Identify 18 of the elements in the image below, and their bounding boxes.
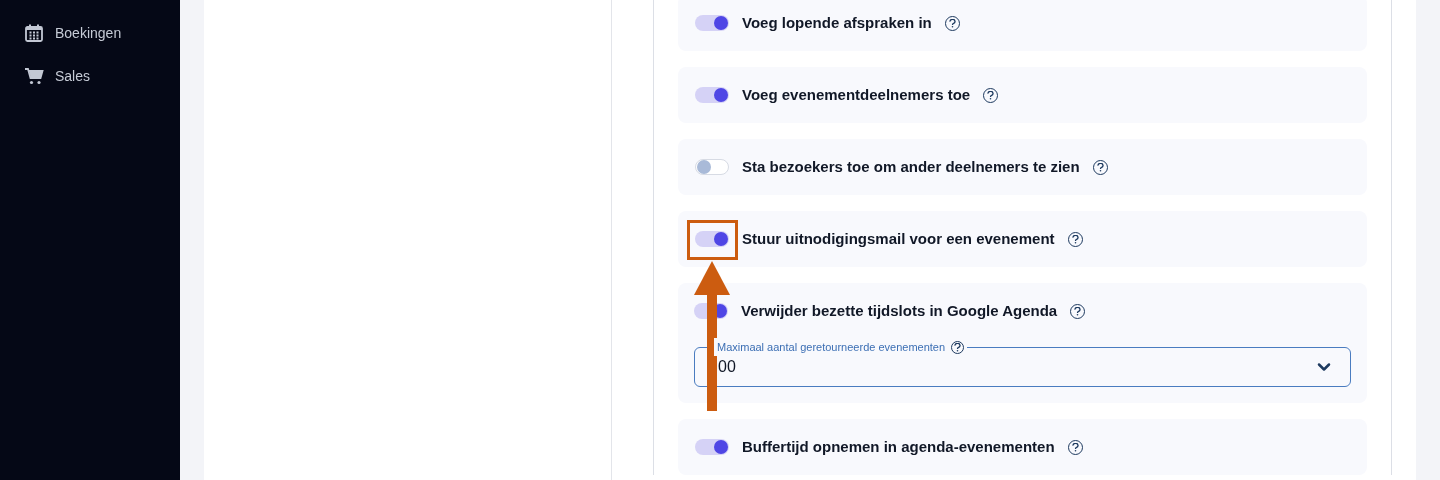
setting-label: Voeg evenementdeelnemers toe bbox=[742, 84, 971, 105]
toggle-switch[interactable] bbox=[695, 15, 729, 31]
sidebar-item[interactable]: Sales bbox=[24, 66, 180, 86]
field-label: Maximaal aantal geretourneerde evenementen bbox=[717, 340, 946, 355]
toggle-switch[interactable] bbox=[695, 159, 729, 175]
toggle-switch[interactable] bbox=[695, 439, 729, 455]
shopping-cart-icon bbox=[24, 66, 44, 86]
setting-label: Stuur uitnodigingsmail voor een evenement bbox=[742, 228, 1055, 249]
highlight-box bbox=[687, 220, 738, 260]
setting-label: Buffertijd opnemen in agenda-evenementen bbox=[742, 436, 1055, 457]
calendar-icon bbox=[24, 23, 44, 43]
setting-label: Sta bezoekers toe om ander deelnemers te zien bbox=[742, 156, 1080, 177]
field-value: 00 bbox=[718, 357, 736, 377]
sidebar-item[interactable]: Boekingen bbox=[24, 23, 180, 43]
setting-label: Voeg lopende afspraken in bbox=[742, 12, 932, 33]
toggle-switch[interactable] bbox=[695, 231, 729, 247]
toggle-switch[interactable] bbox=[695, 87, 729, 103]
setting-label: Verwijder bezette tijdslots in Google Agenda bbox=[741, 300, 1058, 321]
